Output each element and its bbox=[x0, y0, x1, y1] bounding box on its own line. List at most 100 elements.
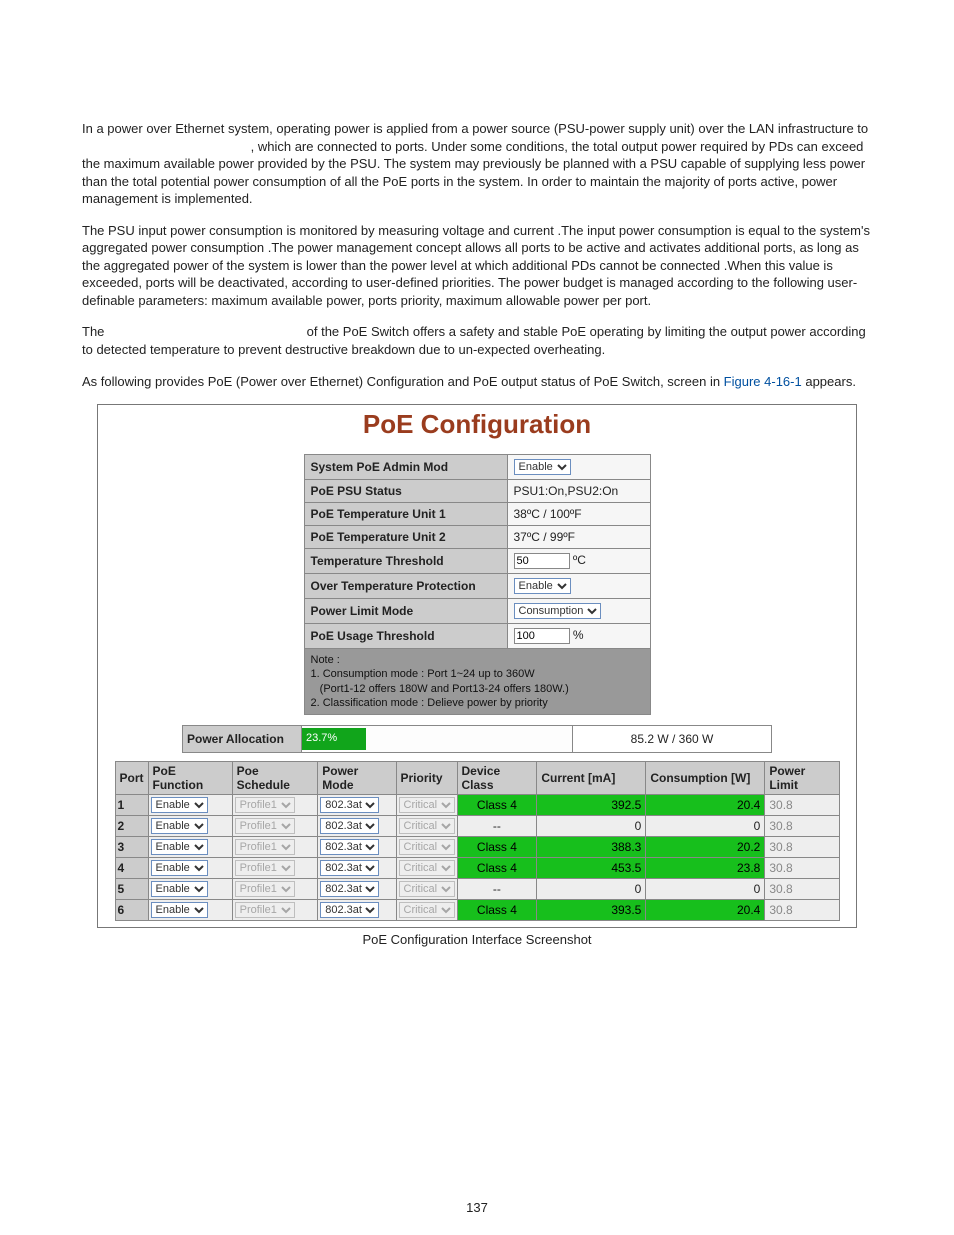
power-mode-cell: 802.3at bbox=[318, 858, 396, 879]
poe-schedule-select: Profile1 bbox=[235, 797, 295, 813]
consumption-w: 0 bbox=[646, 879, 765, 900]
page-number: 137 bbox=[0, 1200, 954, 1215]
poe-schedule-cell: Profile1 bbox=[232, 879, 318, 900]
device-class: Class 4 bbox=[457, 795, 537, 816]
hdr-mode: Power Mode bbox=[318, 762, 396, 795]
usage-thresh-label: PoE Usage Threshold bbox=[304, 624, 507, 649]
poe-function-select[interactable]: Enable bbox=[151, 839, 208, 855]
poe-schedule-select: Profile1 bbox=[235, 881, 295, 897]
intro-p1-b: , which are connected to ports. Under so… bbox=[82, 139, 865, 207]
intro-para-4: As following provides PoE (Power over Et… bbox=[82, 373, 872, 391]
table-row: 6EnableProfile1802.3atCriticalClass 4393… bbox=[115, 900, 839, 921]
hdr-current: Current [mA] bbox=[537, 762, 646, 795]
hdr-port: Port bbox=[115, 762, 148, 795]
poe-schedule-cell: Profile1 bbox=[232, 837, 318, 858]
port-number: 5 bbox=[115, 879, 148, 900]
power-mode-select[interactable]: 802.3at bbox=[320, 860, 379, 876]
poe-function-select[interactable]: Enable bbox=[151, 902, 208, 918]
priority-cell: Critical bbox=[396, 858, 457, 879]
current-ma: 0 bbox=[537, 816, 646, 837]
device-class: Class 4 bbox=[457, 900, 537, 921]
priority-select: Critical bbox=[399, 881, 455, 897]
settings-note: Note : 1. Consumption mode : Port 1~24 u… bbox=[304, 649, 650, 715]
figure-title: PoE Configuration bbox=[98, 405, 856, 454]
hdr-limit: Power Limit bbox=[765, 762, 839, 795]
poe-schedule-select: Profile1 bbox=[235, 839, 295, 855]
poe-schedule-cell: Profile1 bbox=[232, 816, 318, 837]
current-ma: 392.5 bbox=[537, 795, 646, 816]
port-number: 4 bbox=[115, 858, 148, 879]
power-mode-cell: 802.3at bbox=[318, 795, 396, 816]
power-mode-cell: 802.3at bbox=[318, 900, 396, 921]
temp-thresh-unit: ºC bbox=[573, 553, 586, 567]
current-ma: 388.3 bbox=[537, 837, 646, 858]
over-temp-select[interactable]: Enable bbox=[514, 578, 571, 594]
figure-ref-link[interactable]: Figure 4-16-1 bbox=[724, 374, 802, 389]
current-ma: 393.5 bbox=[537, 900, 646, 921]
consumption-w: 20.4 bbox=[646, 900, 765, 921]
power-limit: 30.8 bbox=[765, 858, 839, 879]
power-mode-select[interactable]: 802.3at bbox=[320, 818, 379, 834]
power-mode-select[interactable]: 802.3at bbox=[320, 902, 379, 918]
poe-function-select[interactable]: Enable bbox=[151, 881, 208, 897]
poe-function-select[interactable]: Enable bbox=[151, 860, 208, 876]
port-number: 1 bbox=[115, 795, 148, 816]
power-mode-select[interactable]: 802.3at bbox=[320, 839, 379, 855]
alloc-reading: 85.2 W / 360 W bbox=[573, 726, 772, 753]
hdr-func: PoE Function bbox=[148, 762, 232, 795]
poe-function-cell: Enable bbox=[148, 879, 232, 900]
poe-function-cell: Enable bbox=[148, 795, 232, 816]
device-class: -- bbox=[457, 816, 537, 837]
power-mode-select[interactable]: 802.3at bbox=[320, 797, 379, 813]
device-class: Class 4 bbox=[457, 858, 537, 879]
power-limit-select[interactable]: Consumption bbox=[514, 603, 601, 619]
port-number: 3 bbox=[115, 837, 148, 858]
hdr-prio: Priority bbox=[396, 762, 457, 795]
power-mode-cell: 802.3at bbox=[318, 837, 396, 858]
admin-mode-select[interactable]: Enable bbox=[514, 459, 571, 475]
poe-function-select[interactable]: Enable bbox=[151, 818, 208, 834]
intro-para-1: In a power over Ethernet system, operati… bbox=[82, 120, 872, 208]
power-mode-select[interactable]: 802.3at bbox=[320, 881, 379, 897]
table-row: 1Enable Profile1 802.3at CriticalClass 4392… bbox=[115, 795, 839, 816]
intro-p3-a: The bbox=[82, 324, 108, 339]
priority-cell: Critical bbox=[396, 900, 457, 921]
temp2-value: 37ºC / 99ºF bbox=[507, 526, 650, 549]
alloc-bar: 23.7% bbox=[302, 728, 366, 750]
table-row: 3EnableProfile1802.3atCriticalClass 4388… bbox=[115, 837, 839, 858]
consumption-w: 0 bbox=[646, 816, 765, 837]
priority-select: Critical bbox=[399, 818, 455, 834]
priority-select: Critical bbox=[399, 839, 455, 855]
power-limit: 30.8 bbox=[765, 795, 839, 816]
port-table: Port PoE Function Poe Schedule Power Mod… bbox=[115, 761, 840, 921]
table-row: 5EnableProfile1802.3atCritical--0030.8 bbox=[115, 879, 839, 900]
allocation-table: Power Allocation 23.7% 85.2 W / 360 W bbox=[182, 725, 772, 753]
alloc-label: Power Allocation bbox=[183, 726, 302, 753]
poe-function-select[interactable]: Enable bbox=[151, 797, 208, 813]
power-mode-cell: 802.3at bbox=[318, 879, 396, 900]
hdr-sched: Poe Schedule bbox=[232, 762, 318, 795]
hdr-cons: Consumption [W] bbox=[646, 762, 765, 795]
power-limit: 30.8 bbox=[765, 879, 839, 900]
over-temp-label: Over Temperature Protection bbox=[304, 574, 507, 599]
priority-cell: Critical bbox=[396, 837, 457, 858]
poe-schedule-cell: Profile1 bbox=[232, 858, 318, 879]
poe-schedule-cell: Profile1 bbox=[232, 900, 318, 921]
alloc-bar-cell: 23.7% bbox=[302, 726, 573, 753]
intro-p4-a: As following provides PoE (Power over Et… bbox=[82, 374, 724, 389]
usage-thresh-unit: % bbox=[573, 628, 584, 642]
temp-thresh-input[interactable] bbox=[514, 553, 570, 569]
power-limit: 30.8 bbox=[765, 837, 839, 858]
temp2-label: PoE Temperature Unit 2 bbox=[304, 526, 507, 549]
hdr-class: Device Class bbox=[457, 762, 537, 795]
consumption-w: 20.2 bbox=[646, 837, 765, 858]
intro-para-3: The of the PoE Switch offers a safety an… bbox=[82, 323, 872, 358]
usage-thresh-input[interactable] bbox=[514, 628, 570, 644]
admin-mode-label: System PoE Admin Mod bbox=[304, 455, 507, 480]
power-limit-label: Power Limit Mode bbox=[304, 599, 507, 624]
priority-select: Critical bbox=[399, 797, 455, 813]
poe-function-cell: Enable bbox=[148, 816, 232, 837]
consumption-w: 23.8 bbox=[646, 858, 765, 879]
table-row: 2EnableProfile1802.3atCritical--0030.8 bbox=[115, 816, 839, 837]
consumption-w: 20.4 bbox=[646, 795, 765, 816]
